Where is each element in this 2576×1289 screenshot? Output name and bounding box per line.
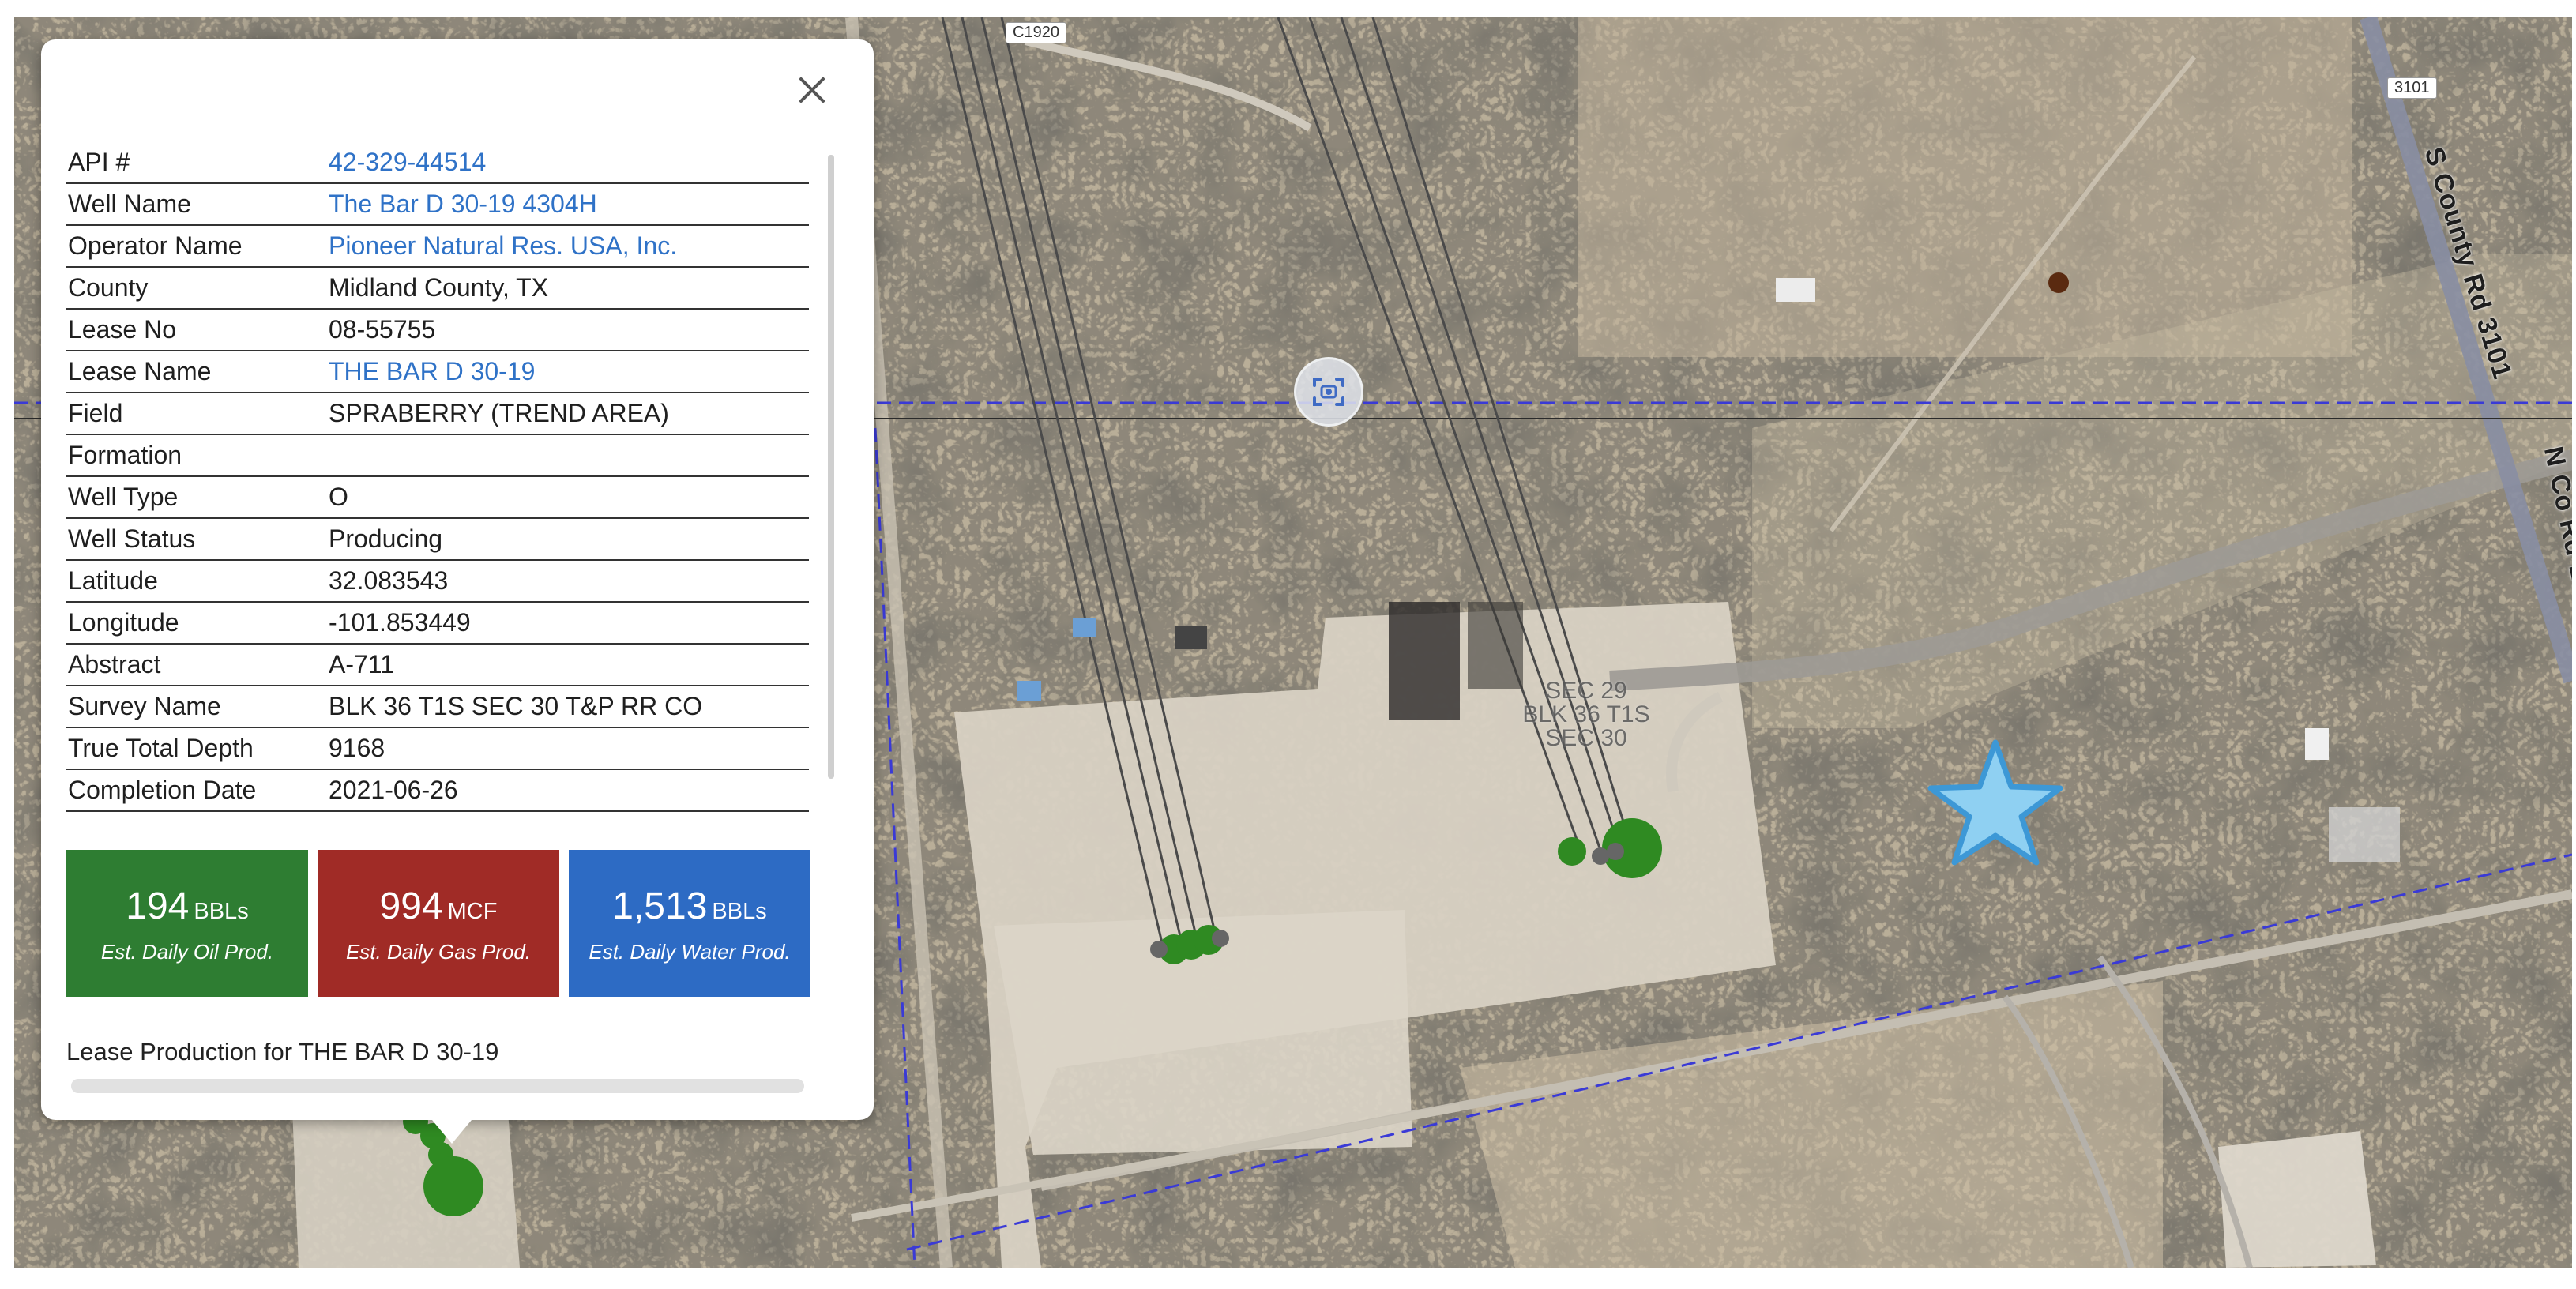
tile-value: 1,513 <box>612 885 708 927</box>
tile-value-line: 994 MCF <box>318 886 559 932</box>
tile-caption: Est. Daily Gas Prod. <box>345 940 532 964</box>
info-row: Operator Name Pioneer Natural Res. USA, I… <box>66 225 809 268</box>
info-key: Well Status <box>66 518 327 561</box>
production-tile: 194 BBLs Est. Daily Oil Prod. <box>66 850 308 997</box>
info-key: Lease Name <box>66 351 327 393</box>
info-row: Longitude -101.853449 <box>66 602 809 644</box>
horizontal-scrollbar[interactable] <box>71 1079 804 1093</box>
info-value-link[interactable]: 42-329-44514 <box>327 142 809 184</box>
info-row: Field SPRABERRY (TREND AREA) <box>66 393 809 435</box>
well-info-popup: API #42-329-44514 Well Name The Bar D 30-1… <box>41 39 874 1144</box>
info-row: True Total Depth 9168 <box>66 727 809 770</box>
info-row: Well Name The Bar D 30-19 4304H <box>66 183 809 226</box>
camera-scan-icon[interactable] <box>1294 357 1363 427</box>
info-key: Abstract <box>66 644 327 686</box>
info-row: Completion Date 2021-06-26 <box>66 769 809 812</box>
info-value: O <box>327 476 809 519</box>
info-row: Latitude 32.083543 <box>66 560 809 603</box>
info-value <box>327 434 809 477</box>
popup-pointer <box>428 1115 476 1144</box>
info-value: 9168 <box>327 727 809 770</box>
info-value-link[interactable]: The Bar D 30-19 4304H <box>327 183 809 226</box>
info-value: Midland County, TX <box>327 267 809 310</box>
road-shield-3101: 3101 <box>2387 77 2437 99</box>
info-key: True Total Depth <box>66 727 327 770</box>
tile-value: 194 <box>126 885 190 927</box>
info-value: 32.083543 <box>327 560 809 603</box>
info-key: Latitude <box>66 560 327 603</box>
tile-caption: Est. Daily Oil Prod. <box>100 940 274 964</box>
info-value: 2021-06-26 <box>327 769 809 812</box>
tile-value-line: 194 BBLs <box>66 886 308 932</box>
info-key: Completion Date <box>66 769 327 812</box>
info-row: Lease No 08-55755 <box>66 309 809 351</box>
tile-unit: MCF <box>447 899 498 924</box>
info-row: Formation <box>66 434 809 477</box>
lease-production-heading: Lease Production for THE BAR D 30-19 <box>66 1038 499 1065</box>
info-row: Survey Name BLK 36 T1S SEC 30 T&P RR CO <box>66 686 809 728</box>
info-key: Field <box>66 393 327 435</box>
tile-value: 994 <box>379 885 443 927</box>
survey-label-line1: SEC 29 <box>1545 678 1627 704</box>
info-value: SPRABERRY (TREND AREA) <box>327 393 809 435</box>
survey-label-line2: BLK 36 T1S <box>1522 701 1650 727</box>
info-value: BLK 36 T1S SEC 30 T&P RR CO <box>327 686 809 728</box>
info-value-link[interactable]: Pioneer Natural Res. USA, Inc. <box>327 225 809 268</box>
info-row: Well Status Producing <box>66 518 809 561</box>
info-key: Well Type <box>66 476 327 519</box>
info-key: County <box>66 267 327 310</box>
production-tile: 994 MCF Est. Daily Gas Prod. <box>318 850 559 997</box>
tile-unit: BBLs <box>712 899 767 924</box>
info-value: 08-55755 <box>327 309 809 351</box>
road-shield-c1920: C1920 <box>1006 22 1066 43</box>
info-key: Operator Name <box>66 225 327 268</box>
info-key: Survey Name <box>66 686 327 728</box>
info-value-link[interactable]: THE BAR D 30-19 <box>327 351 809 393</box>
info-row: County Midland County, TX <box>66 267 809 310</box>
scrollbar-thumb[interactable] <box>828 155 834 779</box>
info-value: -101.853449 <box>327 602 809 644</box>
map-viewport[interactable]: C1920 3101 S County Rd 3101 N Co Rd 1040… <box>14 17 2572 1268</box>
info-key: Well Name <box>66 183 327 226</box>
production-tile: 1,513 BBLs Est. Daily Water Prod. <box>569 850 810 997</box>
info-key: Lease No <box>66 309 327 351</box>
tile-value-line: 1,513 BBLs <box>569 886 810 932</box>
well-details-table: API #42-329-44514 Well Name The Bar D 30-1… <box>66 142 809 812</box>
info-row: Abstract A-711 <box>66 644 809 686</box>
survey-label-line3: SEC 30 <box>1545 725 1627 751</box>
info-key: Longitude <box>66 602 327 644</box>
info-row: API #42-329-44514 <box>66 142 809 184</box>
info-key: API # <box>66 142 327 184</box>
info-row: Well Type O <box>66 476 809 519</box>
info-value: A-711 <box>327 644 809 686</box>
tile-caption: Est. Daily Water Prod. <box>589 940 791 964</box>
info-key: Formation <box>66 434 327 477</box>
survey-section-label: SEC 29 BLK 36 T1S SEC 30 <box>1507 679 1665 750</box>
info-row: Lease Name THE BAR D 30-19 <box>66 351 809 393</box>
tile-unit: BBLs <box>194 899 249 924</box>
info-value: Producing <box>327 518 809 561</box>
close-icon[interactable] <box>790 68 834 112</box>
